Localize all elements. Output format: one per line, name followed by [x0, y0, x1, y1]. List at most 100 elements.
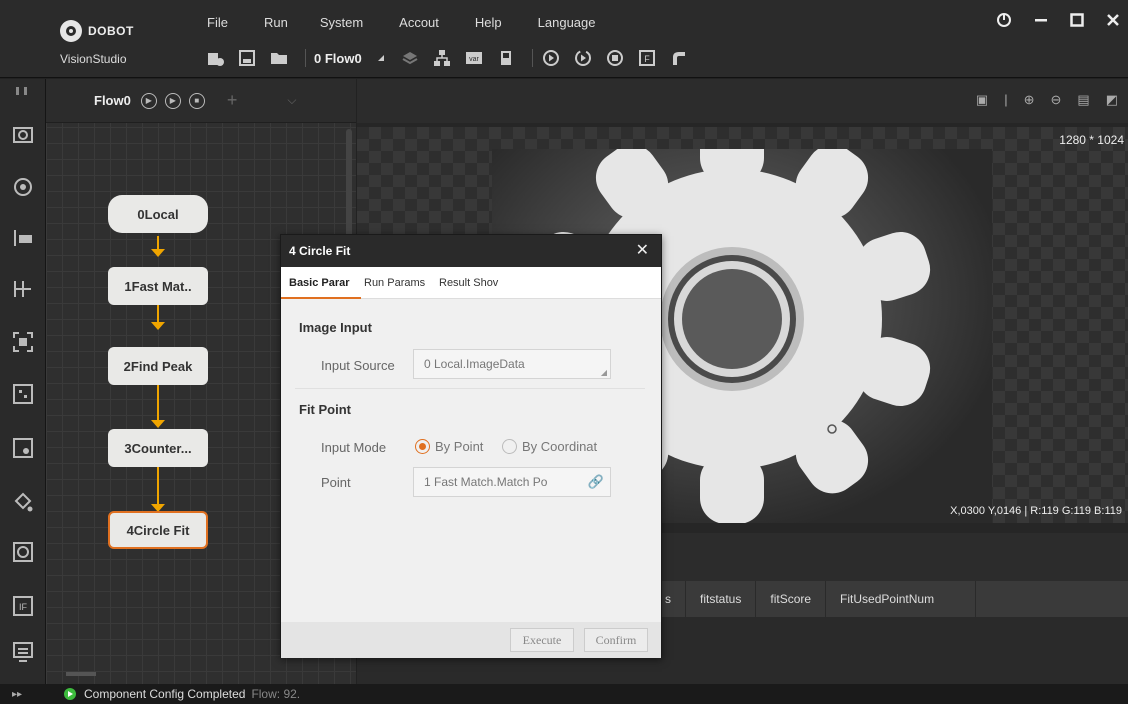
input-source-select[interactable]: 0 Local.ImageData ◢: [413, 349, 611, 379]
node-label: 3Counter...: [124, 440, 192, 456]
paint-bucket-icon[interactable]: [12, 492, 34, 514]
flow-tab-title[interactable]: Flow0: [94, 93, 131, 108]
grid-pattern-icon[interactable]: [12, 383, 34, 405]
close-icon[interactable]: [1106, 13, 1120, 32]
menu-system[interactable]: System: [320, 15, 363, 30]
radio-by-point[interactable]: By Point: [415, 439, 483, 454]
measure-icon[interactable]: [12, 227, 34, 249]
variable-icon[interactable]: var: [464, 48, 484, 68]
frame-icon[interactable]: F: [637, 48, 657, 68]
toolbar-separator: [531, 49, 533, 67]
logic-tool-icon[interactable]: [12, 541, 34, 563]
menu-account[interactable]: Accout: [399, 15, 439, 30]
node-label: 4Circle Fit: [126, 522, 190, 538]
status-message: Component Config Completed: [84, 687, 246, 701]
new-solution-icon[interactable]: [205, 48, 225, 68]
dialog-tabs: Basic Parar Run Params Result Shov: [281, 267, 661, 299]
image-process-icon[interactable]: [12, 437, 34, 459]
point-input[interactable]: 1 Fast Match.Match Po 🔗: [413, 467, 611, 497]
flow-node-fast-match[interactable]: 1Fast Mat..: [108, 267, 208, 305]
input-source-label: Input Source: [321, 358, 395, 373]
actual-size-icon[interactable]: ▤: [1077, 92, 1089, 108]
svg-text:var: var: [469, 56, 479, 63]
hierarchy-icon[interactable]: [432, 48, 452, 68]
point-label: Point: [321, 475, 351, 490]
dialog-close-icon[interactable]: ✕: [636, 235, 649, 267]
brand-name: DOBOT: [88, 24, 134, 38]
run-once-icon[interactable]: [541, 48, 561, 68]
node-label: 0Local: [137, 206, 179, 222]
flow-node-circle-fit[interactable]: 4Circle Fit: [108, 511, 208, 549]
minimize-icon[interactable]: [1034, 13, 1048, 32]
robot-arm-icon[interactable]: [669, 48, 689, 68]
input-mode-label: Input Mode: [321, 440, 387, 455]
flow-selector[interactable]: 0 Flow0: [314, 51, 362, 66]
if-condition-icon[interactable]: IF: [12, 595, 34, 617]
camera-icon[interactable]: [12, 123, 34, 145]
flow-run-once-icon[interactable]: ▶: [140, 92, 157, 109]
collection-icon[interactable]: [12, 81, 34, 95]
column-header[interactable]: fitScore: [756, 581, 827, 617]
toolbar-separator: [305, 49, 306, 67]
link-icon[interactable]: 🔗: [588, 468, 604, 496]
chevron-down-icon[interactable]: ⌵: [287, 93, 296, 108]
input-source-value: 0 Local.ImageData: [424, 357, 525, 371]
image-resolution: 1280 * 1024: [1059, 133, 1124, 147]
image-toolbar: ▣ | ⊕ ⊖ ▤ ◩: [357, 79, 1128, 123]
main-toolbar: 0 Flow0 var F: [205, 44, 701, 72]
product-name: VisionStudio: [60, 52, 127, 66]
node-label: 1Fast Mat..: [124, 278, 192, 294]
radio-by-coordinate[interactable]: By Coordinat: [502, 439, 597, 454]
menu-run[interactable]: Run: [264, 15, 288, 30]
flow-arrow: [151, 249, 165, 257]
locate-icon[interactable]: [12, 176, 34, 198]
point-value: 1 Fast Match.Match Po: [424, 475, 548, 489]
confirm-button[interactable]: Confirm: [584, 628, 648, 652]
radio-label: By Coordinat: [522, 439, 598, 454]
menu-language[interactable]: Language: [538, 15, 596, 30]
fullscreen-icon[interactable]: ◩: [1106, 92, 1118, 108]
maximize-icon[interactable]: [1070, 13, 1084, 32]
radio-selected-icon: [415, 439, 430, 454]
stop-icon[interactable]: [605, 48, 625, 68]
flow-node-find-peak[interactable]: 2Find Peak: [108, 347, 208, 385]
power-icon[interactable]: [996, 12, 1012, 33]
run-loop-icon[interactable]: [573, 48, 593, 68]
section-fit-point: Fit Point: [299, 402, 351, 417]
flow-connector: [157, 304, 159, 324]
menu-help[interactable]: Help: [475, 15, 502, 30]
communication-icon[interactable]: [12, 641, 34, 663]
layers-icon[interactable]: [400, 48, 420, 68]
open-folder-icon[interactable]: [269, 48, 289, 68]
flow-node-local[interactable]: 0Local: [108, 195, 208, 233]
flow-connector: [157, 466, 159, 506]
recognition-icon[interactable]: [12, 331, 34, 353]
device-icon[interactable]: [496, 48, 516, 68]
flow-run-loop-icon[interactable]: ▶: [164, 92, 181, 109]
expand-icon[interactable]: ▸▸: [12, 689, 28, 700]
execute-button[interactable]: Execute: [510, 628, 574, 652]
tab-run-params[interactable]: Run Params: [361, 267, 436, 299]
radio-label: By Point: [435, 439, 484, 454]
flow-node-counter[interactable]: 3Counter...: [108, 429, 208, 467]
zoom-out-icon[interactable]: ⊖: [1051, 92, 1062, 108]
menu-file[interactable]: File: [207, 15, 228, 30]
save-icon[interactable]: [237, 48, 257, 68]
column-header[interactable]: FitUsedPointNum: [826, 581, 977, 617]
calibration-icon[interactable]: [12, 278, 34, 300]
add-flow-icon[interactable]: +: [227, 90, 238, 111]
status-flow: Flow: 92.: [251, 687, 301, 701]
node-label: 2Find Peak: [123, 358, 193, 374]
divider: [295, 388, 645, 389]
flow-dropdown-icon[interactable]: [376, 48, 386, 68]
flow-horizontal-scrollbar[interactable]: [66, 672, 96, 676]
title-bar: DOBOT VisionStudio File Run System Accou…: [0, 0, 1128, 78]
column-header[interactable]: fitstatus: [686, 581, 757, 617]
svg-text:IF: IF: [19, 602, 28, 612]
flow-stop-icon[interactable]: ■: [188, 92, 205, 109]
tab-result-show[interactable]: Result Shov: [436, 267, 508, 299]
tab-basic-params[interactable]: Basic Parar: [281, 267, 361, 299]
dialog-title: 4 Circle Fit: [281, 235, 661, 267]
zoom-in-icon[interactable]: ⊕: [1024, 92, 1035, 108]
fit-window-icon[interactable]: ▣: [976, 92, 988, 108]
